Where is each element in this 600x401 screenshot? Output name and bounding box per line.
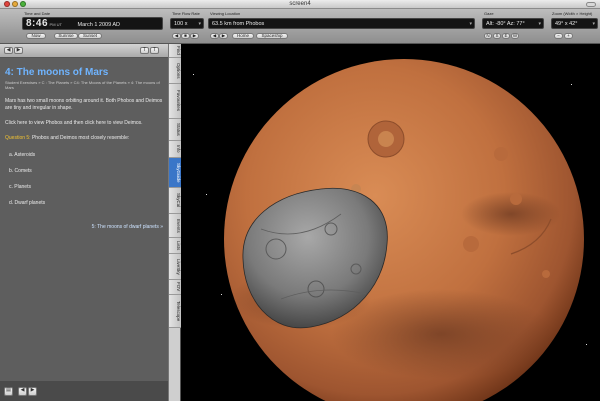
planet-render [224, 59, 584, 401]
spaceship-button[interactable]: Spaceship [256, 33, 288, 39]
answer-option: c. Planets [9, 184, 31, 190]
stop-button[interactable]: ■ [181, 33, 190, 39]
gaze-east-button[interactable]: E [502, 33, 510, 39]
tab-status[interactable]: Status [169, 119, 181, 141]
window-title: screen4 [289, 1, 311, 7]
location-back-button[interactable]: ◀ [210, 33, 219, 39]
time-flow-display[interactable]: 100 x ▾ [170, 18, 204, 29]
sunset-button[interactable]: Sunset [78, 33, 102, 39]
tab-skyguide[interactable]: SkyGuide [169, 158, 181, 188]
answer-option: b. Comets [9, 168, 32, 174]
zoom-display[interactable]: 49° x 42° ▾ [551, 18, 598, 29]
home-button[interactable]: Home [232, 33, 254, 39]
side-tabs: Find Options Favourites Status Info SkyG… [168, 44, 181, 401]
tab-favourites[interactable]: Favourites [169, 84, 181, 119]
next-page-link[interactable]: 5: The moons of dwarf planets » [5, 224, 163, 230]
next-step-button[interactable]: ▶ [28, 387, 37, 396]
viewing-location-value: 63.5 km from Phobos [212, 21, 265, 27]
chevron-down-icon: ▾ [198, 21, 201, 27]
gaze-label: Gaze [484, 11, 494, 16]
tab-events[interactable]: Events [169, 214, 181, 238]
gaze-south-button[interactable]: S [493, 33, 501, 39]
zoom-in-button[interactable]: + [564, 33, 573, 39]
time-flow-label: Time Flow Rate [172, 11, 200, 16]
gaze-north-button[interactable]: N [484, 33, 492, 39]
time-value: 8:46 [26, 18, 49, 29]
tab-info[interactable]: Info [169, 141, 181, 158]
intro-text: Mars has two small moons orbiting around… [5, 98, 163, 111]
play-button[interactable]: ▶ [190, 33, 199, 39]
skyguide-panel: ◀ ▶ T T 4: The moons of Mars Student Exe… [0, 44, 168, 401]
answer-option: d. Dwarf planets [9, 200, 46, 206]
zoom-out-button[interactable]: − [554, 33, 563, 39]
zoom-value: 49° x 42° [555, 21, 578, 27]
tab-skycal[interactable]: SkyCal [169, 188, 181, 214]
back-button[interactable]: ◀ [4, 47, 13, 54]
viewing-location-label: Viewing Location [210, 11, 241, 16]
document-icon[interactable]: ▤ [4, 387, 13, 396]
time-flow-value: 100 x [174, 21, 188, 27]
breadcrumb[interactable]: Student Exercises » C : The Planets » C4… [5, 80, 163, 90]
gaze-value: Alt: -80° Az: 77° [486, 21, 525, 27]
viewing-location-display[interactable]: 63.5 km from Phobos ▾ [208, 18, 475, 29]
tab-fov[interactable]: FOV [169, 280, 181, 295]
text-larger-button[interactable]: T [150, 47, 159, 54]
time-suffix: PM UT [49, 22, 62, 27]
tab-telescope[interactable]: Telescope [169, 295, 181, 328]
panel-nav-bar: ◀ ▶ T T [0, 44, 168, 58]
chevron-down-icon: ▾ [592, 21, 595, 27]
text-smaller-button[interactable]: T [140, 47, 149, 54]
now-button[interactable]: Now [26, 33, 46, 39]
tab-lists[interactable]: Lists [169, 238, 181, 254]
tab-livesky[interactable]: LiveSky [169, 254, 181, 280]
panel-bottom-bar: ▤ ◀ ▶ [0, 381, 168, 401]
question-text: Phobos and Deimos most closely resemble: [31, 135, 130, 141]
instruction-links[interactable]: Click here to view Phobos and then click… [5, 120, 163, 127]
sky-view[interactable] [181, 44, 600, 401]
time-date-label: Time and Date [24, 11, 51, 16]
zoom-label: Zoom (Width × Height) [552, 11, 593, 16]
main-toolbar: Time and Date 8:46 PM UT March 1 2009 AD… [0, 9, 600, 44]
forward-button[interactable]: ▶ [14, 47, 23, 54]
chevron-down-icon: ▾ [538, 21, 541, 27]
question-label: Question 5: [5, 135, 31, 141]
question: Question 5: Phobos and Deimos most close… [5, 135, 163, 142]
tab-find[interactable]: Find [169, 44, 181, 58]
previous-step-button[interactable]: ◀ [18, 387, 27, 396]
gaze-west-button[interactable]: W [511, 33, 519, 39]
chevron-down-icon: ▾ [469, 21, 472, 27]
date-value: March 1 2009 AD [77, 22, 121, 28]
sunrise-button[interactable]: Sunrise [54, 33, 78, 39]
time-date-display[interactable]: 8:46 PM UT March 1 2009 AD [22, 17, 163, 30]
toolbar-toggle-button[interactable] [586, 2, 596, 7]
rewind-button[interactable]: ◀ [172, 33, 181, 39]
answer-option: a. Asteroids [9, 152, 36, 158]
gaze-display[interactable]: Alt: -80° Az: 77° ▾ [482, 18, 544, 29]
page-title: 4: The moons of Mars [5, 67, 109, 78]
skyguide-content: 4: The moons of Mars Student Exercises »… [0, 58, 168, 381]
window-title-bar: screen4 [0, 0, 600, 9]
tab-options[interactable]: Options [169, 58, 181, 84]
location-forward-button[interactable]: ▶ [219, 33, 228, 39]
